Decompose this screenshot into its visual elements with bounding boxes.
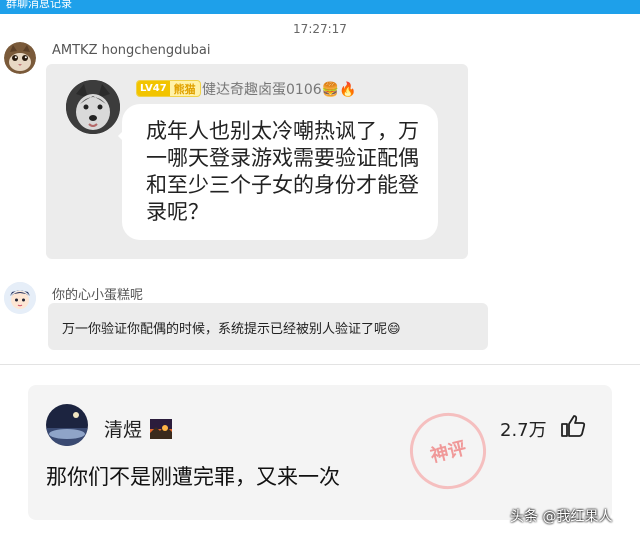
commenter-name[interactable]: 清煜	[104, 415, 173, 442]
commenter-avatar[interactable]	[46, 404, 88, 446]
level-number: LV47	[137, 81, 170, 96]
avatar-cat[interactable]	[4, 42, 36, 74]
embedded-message-bubble: 成年人也别太冷嘲热讽了，万一哪天登录游戏需要验证配偶和至少三个子女的身份才能登录…	[122, 104, 438, 240]
window-title: 群聊消息记录	[6, 0, 72, 10]
level-title: 熊猫	[173, 82, 196, 96]
embedded-message-text: 成年人也别太冷嘲热讽了，万一哪天登录游戏需要验证配偶和至少三个子女的身份才能登录…	[146, 119, 419, 224]
sender-name: AMTKZ hongchengdubai	[52, 43, 211, 58]
dog-avatar	[66, 80, 120, 134]
timestamp: 17:27:17	[293, 22, 347, 36]
message-text: 万一你验证你配偶的时候，系统提示已经被别人验证了呢😄	[62, 322, 401, 337]
embedded-username: 健达奇趣卤蛋0106🍔🔥	[202, 82, 357, 98]
like-icon[interactable]	[560, 414, 586, 442]
level-badge: LV47 熊猫	[136, 80, 201, 97]
comment-card: 清煜 2.7万 神评 那你们不是刚遭完罪，又来一次	[28, 385, 612, 520]
message-bubble: 万一你验证你配偶的时候，系统提示已经被别人验证了呢😄	[48, 303, 488, 350]
chat-window: 群聊消息记录 17:27:17 AMTKZ hongchengdubai LV4…	[0, 0, 640, 365]
comment-text: 那你们不是刚遭完罪，又来一次	[46, 465, 340, 489]
sender-name: 你的心小蛋糕呢	[52, 288, 144, 303]
screenshot: 群聊消息记录 17:27:17 AMTKZ hongchengdubai LV4…	[0, 0, 640, 538]
hot-comment-stamp: 神评	[401, 404, 495, 498]
like-count: 2.7万	[500, 420, 547, 441]
message-bubble: LV47 熊猫 健达奇趣卤蛋0106🍔🔥 成年人也别太冷嘲热讽了，万一哪天登录游…	[46, 64, 468, 259]
title-bar: 群聊消息记录	[0, 0, 640, 14]
sunset-icon	[150, 419, 173, 439]
commenter-name-text: 清煜	[104, 419, 143, 441]
watermark: 头条 @我红果人	[510, 509, 613, 525]
avatar-boy[interactable]	[4, 282, 36, 314]
